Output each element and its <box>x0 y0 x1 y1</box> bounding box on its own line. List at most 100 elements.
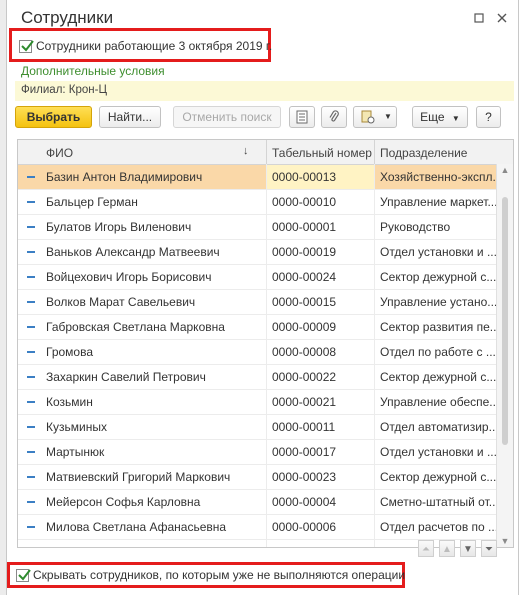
select-button[interactable]: Выбрать <box>15 106 92 128</box>
table-row[interactable]: Захаркин Савелий Петрович 0000-00022 Секто… <box>18 365 496 390</box>
attach-button[interactable] <box>321 106 347 128</box>
column-header-number[interactable]: Табельный номер <box>272 146 372 160</box>
row-marker-icon <box>24 165 38 189</box>
row-marker-icon <box>24 390 38 414</box>
window-title: Сотрудники <box>21 8 114 27</box>
column-divider <box>266 140 267 164</box>
table-row[interactable]: Ваньков Александр Матвеевич 0000-00019 Отд… <box>18 240 496 265</box>
employee-name: Волков Марат Савельевич <box>46 295 196 309</box>
scroll-up-icon[interactable]: ▲ <box>500 166 510 175</box>
hide-inactive-checkbox[interactable] <box>16 569 31 582</box>
employee-name: Милова Светлана Афанасьевна <box>46 520 227 534</box>
table-row[interactable]: Милова Светлана Афанасьевна 0000-00006 Отд… <box>18 515 496 540</box>
employee-department: Отдел установки и ... <box>380 245 496 259</box>
extra-conditions-link[interactable]: Дополнительные условия <box>21 64 165 78</box>
table-row[interactable]: Булатов Игорь Виленович 0000-00001 Руковод… <box>18 215 496 240</box>
employee-name: Козьмин <box>46 395 93 409</box>
paperclip-icon <box>329 110 339 122</box>
employee-department: Сектор дежурной с... <box>380 470 496 484</box>
employee-number: 0000-00019 <box>272 245 337 259</box>
employee-department: Сектор дежурной с... <box>380 370 496 384</box>
dialog-window: Сотрудники Сотрудники работающие 3 октяб… <box>6 0 519 595</box>
table-row[interactable]: Матвиевский Григорий Маркович 0000-00023 С… <box>18 465 496 490</box>
employee-name: Громова <box>46 345 94 359</box>
document-settings-icon <box>361 110 375 124</box>
help-button[interactable]: ? <box>476 106 501 128</box>
employee-name: Захаркин Савелий Петрович <box>46 370 206 384</box>
checkmark-icon <box>18 569 31 581</box>
row-marker-icon <box>24 290 38 314</box>
employee-department: Отдел расчетов по ... <box>380 520 496 534</box>
column-divider <box>374 140 375 164</box>
find-button[interactable]: Найти... <box>99 106 161 128</box>
table-row[interactable]: Бальцер Герман 0000-00010 Управление марке… <box>18 190 496 215</box>
employee-department: Управление маркет... <box>380 195 496 209</box>
dropdown-arrow-icon: ▼ <box>451 114 460 123</box>
employees-table: ФИО ↓ Табельный номер Подразделение Бази… <box>17 139 514 548</box>
employee-department: Сектор дежурной с... <box>380 270 496 284</box>
go-up-icon[interactable]: ▲ <box>439 540 455 557</box>
dropdown-arrow-icon: ▼ <box>384 112 392 121</box>
column-divider <box>374 164 375 547</box>
more-button[interactable]: Еще ▼ <box>412 106 468 128</box>
table-row[interactable]: Мейерсон Софья Карловна 0000-00004 Сметно-… <box>18 490 496 515</box>
employee-number: 0000-00009 <box>272 320 337 334</box>
table-row[interactable]: Кузьминых 0000-00011 Отдел автоматизир... <box>18 415 496 440</box>
employee-number: 0000-00011 <box>272 420 336 434</box>
filter-row[interactable]: Филиал: Крон-Ц <box>15 81 514 101</box>
maximize-icon[interactable] <box>473 13 485 25</box>
table-row[interactable]: Войцехович Игорь Борисович 0000-00024 Сект… <box>18 265 496 290</box>
table-row[interactable]: Волков Марат Савельевич 0000-00015 Управле… <box>18 290 496 315</box>
employee-number: 0000-00010 <box>272 195 337 209</box>
scrollbar-thumb[interactable] <box>502 197 508 445</box>
employee-name: Базин Антон Владимирович <box>46 170 203 184</box>
go-first-icon[interactable]: ⏶ <box>418 540 434 557</box>
document-settings-button[interactable]: ▼ <box>353 106 397 128</box>
employee-number: 0000-00017 <box>272 445 337 459</box>
employee-name: Войцехович Игорь Борисович <box>46 270 212 284</box>
table-row[interactable]: Козьмин 0000-00021 Управление обеспе... <box>18 390 496 415</box>
scroll-down-icon[interactable]: ▼ <box>500 537 510 546</box>
more-label: Еще <box>420 110 445 124</box>
column-header-name[interactable]: ФИО <box>46 146 73 160</box>
employee-name: Булатов Игорь Виленович <box>46 220 192 234</box>
employee-name: Матвиевский Григорий Маркович <box>46 470 231 484</box>
table-row[interactable]: Мартынюк 0000-00017 Отдел установки и ... <box>18 440 496 465</box>
employee-name: Мартынюк <box>46 445 105 459</box>
row-marker-icon <box>24 240 38 264</box>
row-marker-icon <box>24 315 38 339</box>
row-marker-icon <box>24 365 38 389</box>
row-marker-icon <box>24 340 38 364</box>
table-row[interactable]: Базин Антон Владимирович 0000-00013 Хозяйс… <box>18 165 496 190</box>
cancel-search-button[interactable]: Отменить поиск <box>173 106 281 128</box>
column-divider <box>266 164 267 547</box>
employee-number: 0000-00024 <box>272 270 337 284</box>
employee-name: Ваньков Александр Матвеевич <box>46 245 220 259</box>
table-header: ФИО ↓ Табельный номер Подразделение <box>18 140 513 165</box>
employee-number: 0000-00022 <box>272 370 337 384</box>
row-marker-icon <box>24 440 38 464</box>
table-row[interactable]: Громова 0000-00008 Отдел по работе с ... <box>18 340 496 365</box>
list-button[interactable] <box>289 106 315 128</box>
employee-department: Отдел автоматизир... <box>380 420 496 434</box>
go-down-icon[interactable]: ▼ <box>460 540 476 557</box>
go-last-icon[interactable]: ⏷ <box>481 540 497 557</box>
row-marker-icon <box>24 515 38 539</box>
working-date-label[interactable]: Сотрудники работающие 3 октября 2019 г. <box>36 39 272 53</box>
column-header-department[interactable]: Подразделение <box>380 146 467 160</box>
employee-department: Отдел установки и ... <box>380 445 496 459</box>
employee-name: Мейерсон Софья Карловна <box>46 495 201 509</box>
filter-text: Филиал: Крон-Ц <box>21 84 107 96</box>
row-marker-icon <box>24 215 38 239</box>
employee-number: 0000-00006 <box>272 520 337 534</box>
checkmark-icon <box>21 40 34 52</box>
employee-name: Габровская Светлана Марковна <box>46 320 225 334</box>
employee-name: Бальцер Герман <box>46 195 138 209</box>
vertical-scrollbar[interactable]: ▲ ▼ <box>496 164 513 547</box>
row-marker-icon <box>24 490 38 514</box>
sort-arrow-icon[interactable]: ↓ <box>243 145 249 157</box>
close-icon[interactable] <box>496 13 508 25</box>
table-row[interactable]: Габровская Светлана Марковна 0000-00009 Се… <box>18 315 496 340</box>
hide-inactive-label[interactable]: Скрывать сотрудников, по которым уже не … <box>33 568 405 582</box>
working-date-checkbox[interactable] <box>19 40 34 53</box>
